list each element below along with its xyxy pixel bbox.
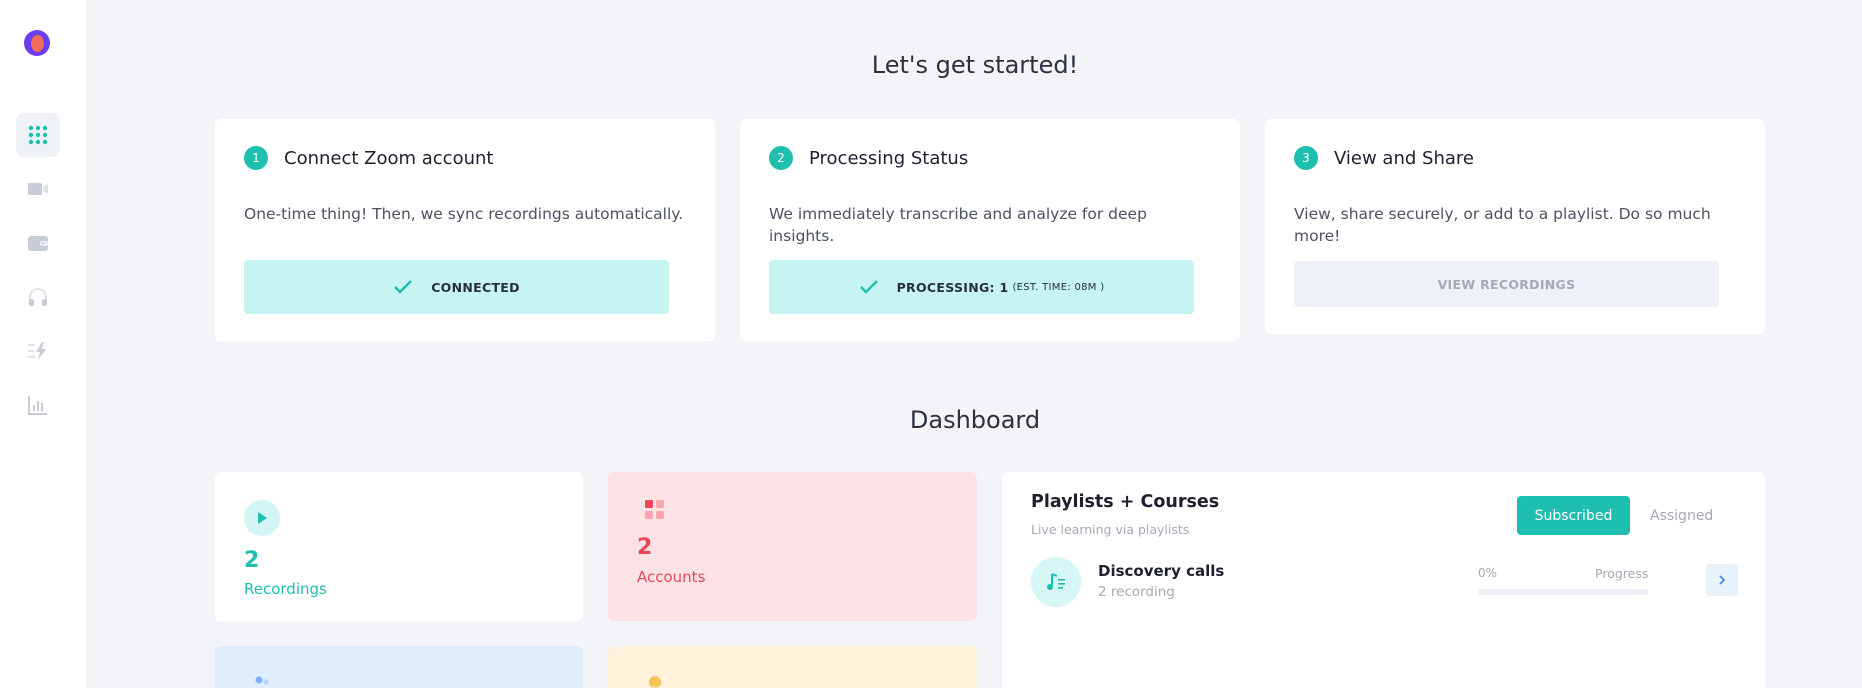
step-description: View, share securely, or add to a playli… bbox=[1294, 205, 1711, 245]
step-description: One-time thing! Then, we sync recordings… bbox=[244, 205, 684, 223]
stat-card-recordings[interactable]: 2 Recordings bbox=[215, 472, 583, 621]
view-recordings-button[interactable]: VIEW RECORDINGS bbox=[1294, 261, 1719, 307]
playlist-progress-bar bbox=[1478, 589, 1648, 595]
wallet-icon bbox=[28, 236, 48, 251]
recordings-count: 2 bbox=[244, 548, 260, 573]
playlist-progress-percent: 0% bbox=[1478, 566, 1498, 580]
playlists-card: Playlists + Courses Live learning via pl… bbox=[1002, 472, 1765, 688]
checkmark-icon bbox=[393, 279, 413, 295]
playlist-name: Discovery calls bbox=[1098, 562, 1225, 580]
stat-card-partial-blue[interactable] bbox=[215, 646, 583, 688]
users-icon bbox=[244, 666, 280, 688]
recordings-label: Recordings bbox=[244, 580, 327, 598]
blocks-icon bbox=[637, 492, 673, 528]
stat-card-partial-yellow[interactable] bbox=[608, 646, 977, 688]
step-card-processing: 2 Processing Status We immediately trans… bbox=[740, 119, 1240, 341]
playlists-title: Playlists + Courses bbox=[1031, 492, 1220, 512]
nav-automations[interactable] bbox=[16, 329, 60, 373]
stat-card-accounts[interactable]: 2 Accounts bbox=[608, 472, 977, 621]
getting-started-title: Let's get started! bbox=[871, 51, 1079, 79]
nav-recordings[interactable] bbox=[16, 167, 60, 211]
step-number: 3 bbox=[1294, 146, 1318, 170]
checkmark-icon bbox=[859, 279, 879, 295]
nav-dashboard[interactable] bbox=[16, 113, 60, 157]
processing-label: PROCESSING: 1 bbox=[896, 279, 1009, 295]
step-title: Connect Zoom account bbox=[284, 147, 494, 169]
sidebar bbox=[0, 0, 88, 688]
nav-support[interactable] bbox=[16, 275, 60, 319]
nav-accounts[interactable] bbox=[16, 221, 60, 265]
lightning-list-icon bbox=[28, 342, 46, 360]
chevron-right-icon bbox=[1719, 575, 1726, 585]
playlist-recording-count: 2 recording bbox=[1098, 584, 1175, 600]
connected-button[interactable]: CONNECTED bbox=[244, 260, 669, 314]
headphones-icon bbox=[29, 288, 47, 306]
step-number: 1 bbox=[244, 146, 268, 170]
playlist-progress-label: Progress bbox=[1595, 566, 1649, 581]
lightbulb-icon bbox=[637, 666, 673, 688]
playlists-subtitle: Live learning via playlists bbox=[1031, 522, 1190, 537]
step-title: View and Share bbox=[1334, 147, 1474, 169]
app-logo[interactable] bbox=[24, 30, 50, 56]
accounts-count: 2 bbox=[637, 535, 653, 560]
grid-icon bbox=[28, 125, 48, 145]
video-camera-icon bbox=[28, 183, 48, 195]
open-playlist-button[interactable] bbox=[1706, 564, 1738, 596]
processing-estimate: (EST. TIME: 08M ) bbox=[1012, 281, 1105, 293]
play-icon bbox=[244, 500, 280, 536]
step-title: Processing Status bbox=[809, 147, 969, 169]
music-note-icon bbox=[1031, 557, 1081, 607]
step-header: 1 Connect Zoom account bbox=[244, 146, 493, 170]
nav-analytics[interactable] bbox=[16, 383, 60, 427]
step-description: We immediately transcribe and analyze fo… bbox=[769, 205, 1147, 245]
dashboard-title: Dashboard bbox=[909, 406, 1041, 434]
step-header: 3 View and Share bbox=[1294, 146, 1474, 170]
processing-button[interactable]: PROCESSING: 1 (EST. TIME: 08M ) bbox=[769, 260, 1194, 314]
connected-label: CONNECTED bbox=[431, 279, 520, 295]
bar-chart-icon bbox=[28, 396, 47, 415]
tab-assigned[interactable]: Assigned bbox=[1650, 496, 1713, 535]
step-header: 2 Processing Status bbox=[769, 146, 968, 170]
step-card-connect: 1 Connect Zoom account One-time thing! T… bbox=[215, 119, 715, 341]
step-card-view-share: 3 View and Share View, share securely, o… bbox=[1265, 119, 1765, 334]
tab-subscribed[interactable]: Subscribed bbox=[1517, 496, 1630, 535]
accounts-label: Accounts bbox=[637, 568, 706, 586]
step-number: 2 bbox=[769, 146, 793, 170]
